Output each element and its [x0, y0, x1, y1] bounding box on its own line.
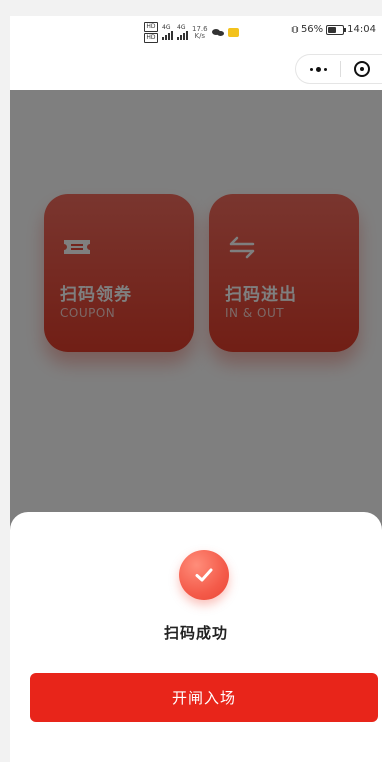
- vibrate-icon: ı▯ı: [290, 24, 299, 35]
- signal-1: 4G: [162, 25, 173, 40]
- status-right: ı▯ı 56% 14:04: [291, 24, 376, 35]
- signal-icon: [162, 31, 173, 40]
- more-dots-icon[interactable]: [296, 55, 340, 83]
- clock: 14:04: [347, 24, 376, 35]
- status-left: HD HD 4G 4G 17.6 K/s: [144, 22, 239, 43]
- message-icon: [227, 28, 239, 37]
- success-message: 扫码成功: [163, 624, 228, 642]
- mini-program-capsule: [295, 54, 382, 84]
- close-target-icon[interactable]: [341, 55, 382, 83]
- status-bar: HD HD 4G 4G 17.6 K/s ı▯ı 56% 14:04: [10, 16, 382, 48]
- sim2-badge: HD: [144, 33, 158, 43]
- signal-2: 4G: [177, 25, 188, 40]
- battery-icon: [326, 24, 347, 35]
- net-speed: 17.6 K/s: [192, 25, 208, 40]
- battery-fill: [328, 26, 337, 33]
- net-speed-unit: K/s: [194, 31, 206, 40]
- hd-icon: HD HD: [144, 22, 158, 43]
- wechat-icon: [211, 28, 224, 37]
- open-gate-enter-button[interactable]: 开闸入场: [30, 673, 378, 722]
- scan-result-sheet: 扫码成功 开闸入场: [10, 512, 382, 762]
- phone-screen: HD HD 4G 4G 17.6 K/s ı▯ı 56% 14:04 扫码成功 …: [10, 16, 382, 762]
- battery-percent: 56%: [300, 24, 324, 35]
- signal-icon: [177, 31, 188, 40]
- checkmark-icon: [179, 550, 229, 600]
- sim1-badge: HD: [144, 22, 158, 32]
